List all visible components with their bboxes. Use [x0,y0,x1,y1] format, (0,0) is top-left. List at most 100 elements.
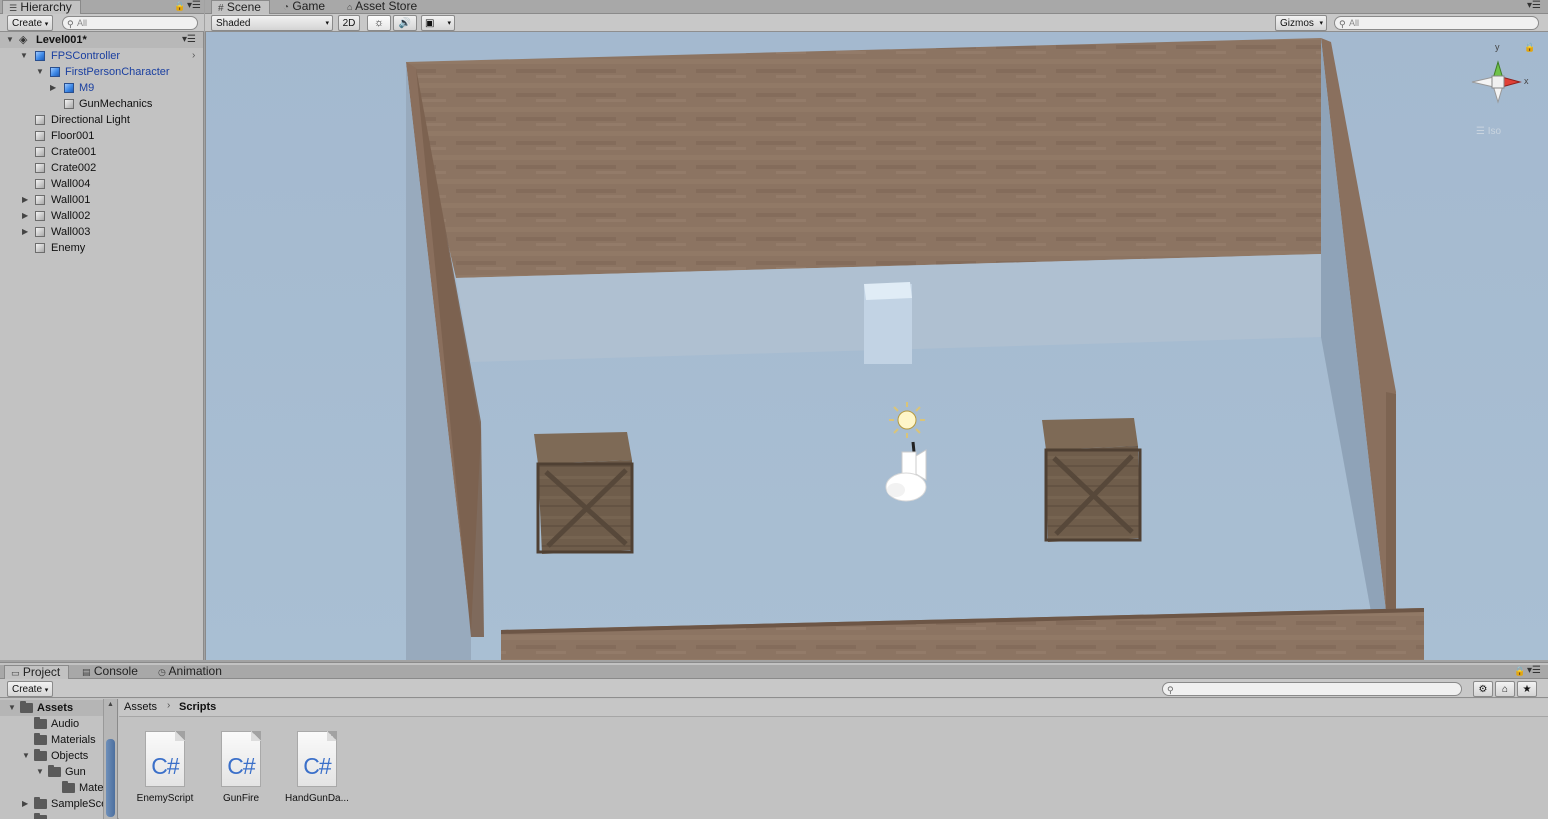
hierarchy-search-input[interactable]: ⚲ All [62,16,198,30]
collapse-triangle-icon[interactable]: ▼ [6,32,14,48]
hierarchy-item-label: Wall002 [51,210,91,222]
tree-item[interactable]: Audio [0,716,117,732]
audio-toggle-button[interactable]: 🔊 [393,15,417,31]
tree-item[interactable]: ▼ Gun [0,764,117,780]
tab-asset-store-label: Asset Store [355,0,418,13]
hierarchy-item[interactable]: GunMechanics [0,96,203,112]
tree-item[interactable]: ▶ SampleSce [0,796,117,812]
hierarchy-create-button[interactable]: Create ▾ [7,15,53,31]
expand-triangle-icon[interactable]: ▶ [50,80,56,96]
lock-icon[interactable]: 🔒 [1524,42,1535,53]
tree-item-label: SampleSce [51,798,108,810]
scrollbar-thumb[interactable] [106,739,115,817]
hierarchy-item-label: Wall003 [51,226,91,238]
collapse-triangle-icon[interactable]: ▼ [22,748,30,764]
folder-icon [20,701,33,713]
gameobject-cube-icon [35,131,45,141]
shading-dropdown[interactable]: Shaded ▾ [211,15,333,31]
hierarchy-item[interactable]: Enemy [0,240,203,256]
gameobject-cube-icon [64,99,74,109]
tab-animation[interactable]: ◷ Animation [152,665,230,679]
store-icon: ⌂ [347,2,353,12]
panel-menu-icon[interactable]: ▾☰ [187,0,201,11]
hierarchy-item[interactable]: ▼ FirstPersonCharacter [0,64,203,80]
pacman-icon: ◔ [283,2,290,13]
speaker-icon: 🔊 [398,18,412,29]
hierarchy-item[interactable]: Floor001 [0,128,203,144]
tab-game-label: Game [292,0,326,13]
projection-toggle[interactable]: ☰ Iso [1476,126,1501,137]
scene-row[interactable]: ▼ ◈ Level001* ▾☰ [0,32,203,48]
effects-dropdown[interactable]: ▣ ▾ [421,15,455,31]
collapse-triangle-icon[interactable]: ▼ [20,48,28,64]
asset-file-name: HandGunDa... [285,793,349,804]
tab-console-label: Console [93,664,138,678]
scene-orientation-gizmo[interactable]: y x ☰ Iso 🔒 [1458,40,1538,150]
tab-hierarchy[interactable]: ☰ Hierarchy [2,0,81,14]
favorites-button[interactable]: ★ [1517,681,1537,697]
chevron-right-icon[interactable]: › [192,48,195,64]
project-create-button[interactable]: Create ▾ [7,681,53,697]
hierarchy-item-label: Crate002 [51,162,97,174]
scene-name: Level001* [36,34,87,46]
panel-menu-icon[interactable]: ▾☰ [1527,665,1541,676]
lighting-toggle-button[interactable]: ☼ [367,15,391,31]
tab-console[interactable]: ▤ Console [76,665,146,679]
lock-icon[interactable]: 🔒 [1514,666,1525,677]
tree-item[interactable]: ▼ Objects [0,748,117,764]
tree-item-label: Audio [51,718,80,730]
tree-item[interactable]: ▼ Assets [0,700,117,716]
panel-menu-icon[interactable]: ▾☰ [1527,0,1541,11]
hierarchy-item[interactable]: ▶ Wall001 [0,192,203,208]
breadcrumb-assets[interactable]: Assets [124,701,157,713]
hierarchy-item[interactable]: Directional Light [0,112,203,128]
gizmos-dropdown[interactable]: Gizmos ▾ [1275,15,1327,31]
gameobject-cube-icon [35,179,45,189]
scene-viewport[interactable]: y x ☰ Iso 🔒 [205,32,1548,660]
hierarchy-item[interactable]: Crate001 [0,144,203,160]
tree-scrollbar[interactable]: ▲ [103,699,117,819]
breadcrumb-scripts[interactable]: Scripts [179,701,216,713]
scene-tabbar: # Scene ◔ Game ⌂ Asset Store ▾☰ [205,0,1548,14]
filter-type-button[interactable]: ⚙ [1473,681,1493,697]
tab-asset-store[interactable]: ⌂ Asset Store [341,0,425,14]
expand-triangle-icon[interactable]: ▶ [22,224,28,240]
tab-scene[interactable]: # Scene [211,0,270,14]
scene-toolbar: Shaded ▾ 2D ☼ 🔊 ▣ ▾ Gizmos ▾ ⚲ All [205,14,1548,32]
crate-1-top [534,432,632,464]
project-file-area: Assets › Scripts C# EnemyScript C# GunFi… [119,699,1548,819]
search-placeholder: All [77,18,88,28]
hierarchy-item[interactable]: Wall004 [0,176,203,192]
project-search-input[interactable]: ⚲ [1162,682,1462,696]
gameobject-cube-icon [35,227,45,237]
collapse-triangle-icon[interactable]: ▼ [36,764,44,780]
collapse-triangle-icon[interactable]: ▼ [8,700,16,716]
scene-render [206,32,1548,660]
hierarchy-item[interactable]: Crate002 [0,160,203,176]
dropdown-icon: ▾ [1319,20,1323,27]
hierarchy-item[interactable]: ▶ M9 [0,80,203,96]
expand-triangle-icon[interactable]: ▶ [22,192,28,208]
prefab-cube-icon [50,67,60,77]
crate-2-top [1042,418,1138,450]
2d-label: 2D [342,18,356,29]
scene-menu-icon[interactable]: ▾☰ [182,32,196,48]
scene-search-input[interactable]: ⚲ All [1334,16,1539,30]
expand-triangle-icon[interactable]: ▶ [22,208,28,224]
collapse-triangle-icon[interactable]: ▼ [36,64,44,80]
lock-icon[interactable]: 🔒 [174,1,185,12]
expand-triangle-icon[interactable]: ▶ [22,796,28,812]
tab-project[interactable]: ▭ Project [4,665,70,679]
tree-item[interactable]: Materials [0,732,117,748]
tab-game[interactable]: ◔ Game [277,0,333,14]
right-wall-edge [1386,392,1396,612]
filter-label-button[interactable]: ⌂ [1495,681,1515,697]
hierarchy-item[interactable]: ▶ Wall003 [0,224,203,240]
hierarchy-item[interactable]: ▼ FPSController › [0,48,203,64]
2d-toggle-button[interactable]: 2D [338,15,360,31]
gameobject-cube-icon [35,211,45,221]
tree-item[interactable]: Mate [0,780,117,796]
hierarchy-item[interactable]: ▶ Wall002 [0,208,203,224]
scroll-up-icon[interactable]: ▲ [107,701,114,708]
tree-item-label: Assets [37,702,74,714]
